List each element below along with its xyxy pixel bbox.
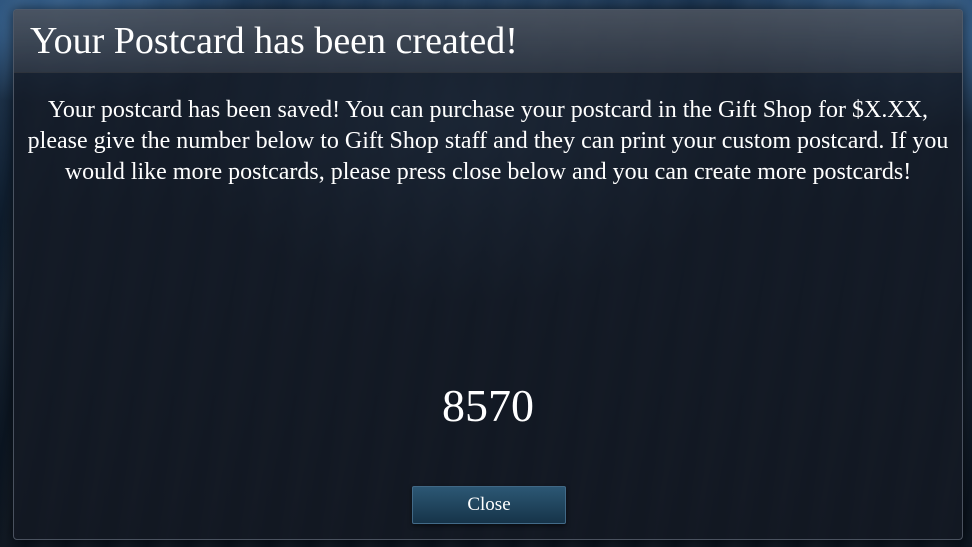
- postcard-created-dialog: Your Postcard has been created! Your pos…: [13, 9, 963, 540]
- close-button[interactable]: Close: [412, 486, 566, 524]
- dialog-header: Your Postcard has been created!: [14, 10, 962, 73]
- dialog-title: Your Postcard has been created!: [30, 20, 518, 62]
- postcard-code: 8570: [442, 380, 534, 431]
- dialog-message: Your postcard has been saved! You can pu…: [27, 97, 949, 185]
